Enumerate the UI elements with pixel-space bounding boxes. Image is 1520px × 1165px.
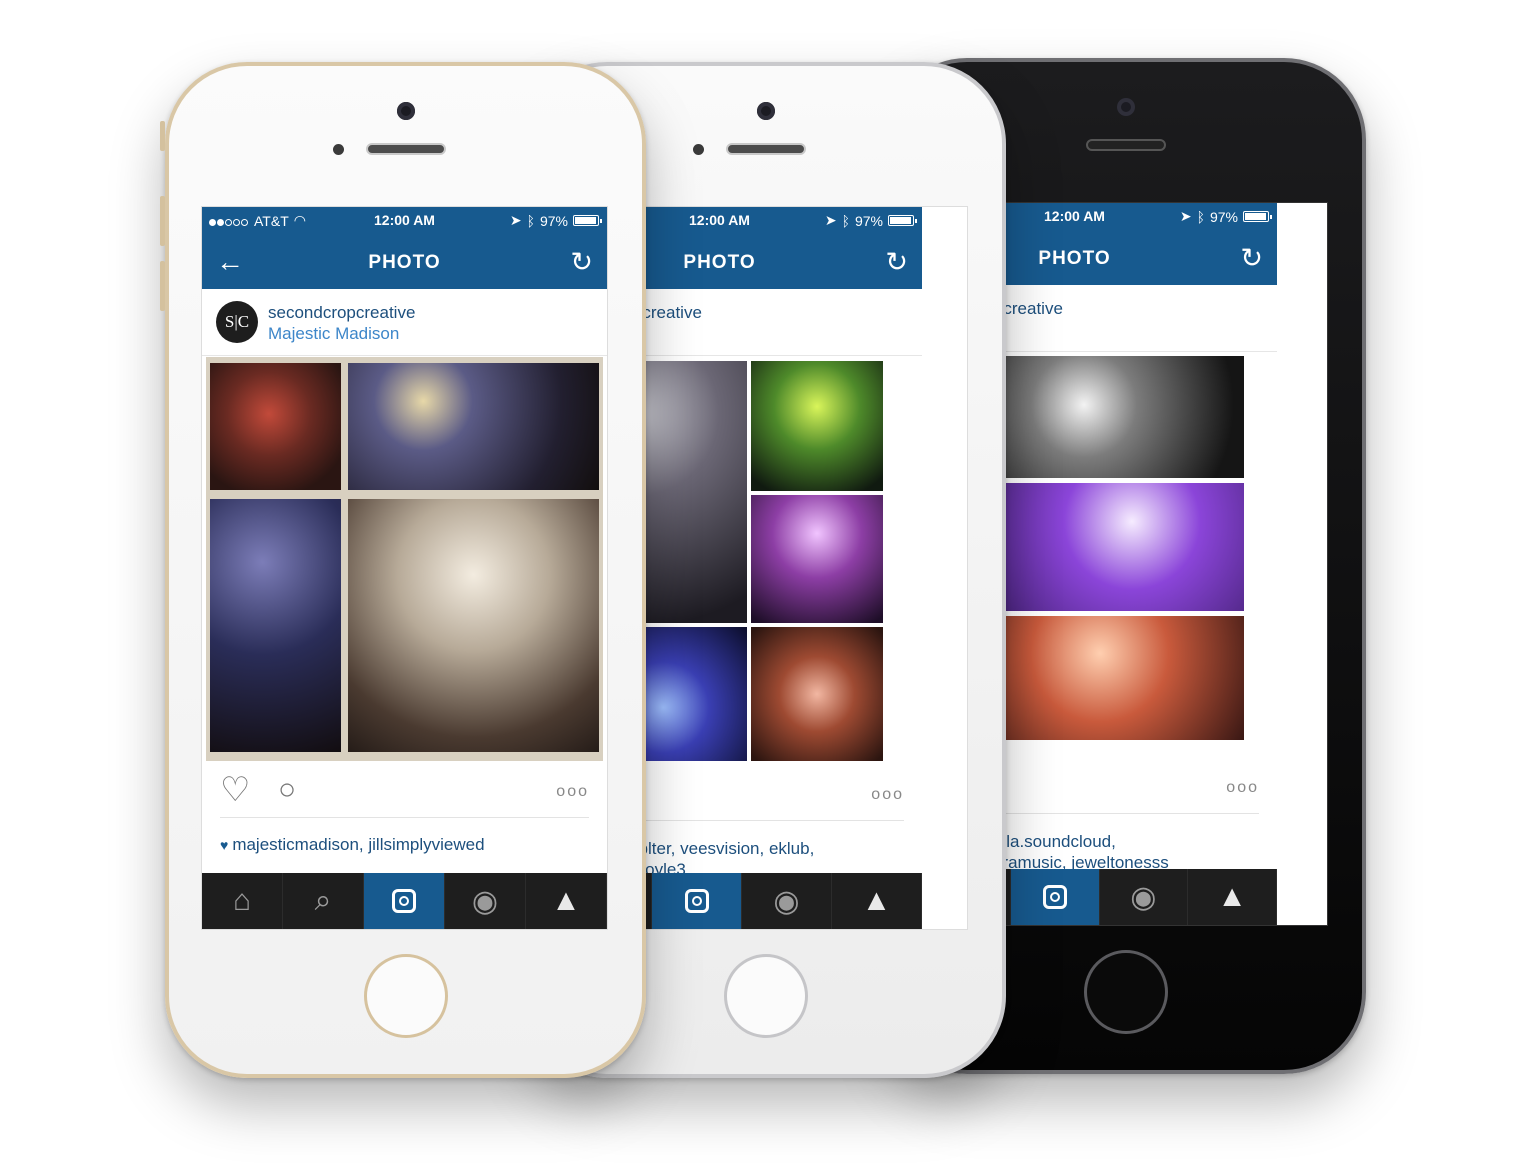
tab-home[interactable]: ⌂ (202, 873, 283, 929)
profile-icon: ▲ (861, 884, 892, 917)
tab-activity[interactable]: ◉ (742, 873, 832, 929)
front-camera (756, 102, 775, 120)
battery-percent: 97% (854, 212, 883, 229)
photo-collage[interactable] (206, 357, 603, 761)
photo-tile (751, 627, 883, 761)
tab-search[interactable]: ⌕ (283, 873, 364, 929)
bluetooth-icon: ᛒ (841, 212, 850, 229)
earpiece-speaker (365, 143, 446, 155)
camera-icon (684, 889, 709, 913)
battery-icon (1243, 211, 1272, 222)
activity-icon: ◉ (471, 884, 499, 918)
mute-switch (160, 121, 165, 151)
bluetooth-icon: ᛒ (1196, 208, 1205, 225)
likes-line[interactable]: ♥ majesticmadison, jillsimplyviewed (220, 835, 485, 855)
tab-profile[interactable]: ▲ (1188, 869, 1277, 925)
volume-down-button (160, 261, 165, 311)
proximity-sensor (693, 144, 704, 155)
battery-icon (573, 215, 602, 226)
battery-percent: 97% (539, 212, 568, 229)
more-icon[interactable]: ooo (1226, 779, 1259, 797)
refresh-icon[interactable]: ↻ (1240, 244, 1263, 272)
home-button[interactable] (1083, 950, 1168, 1034)
likes-heart-icon: ♥ (220, 837, 229, 853)
tab-camera[interactable] (1010, 869, 1100, 925)
post-location[interactable]: Majestic Madison (268, 324, 399, 344)
photo-tile (210, 499, 341, 752)
profile-icon: ▲ (1217, 880, 1247, 913)
photo-tile (210, 363, 341, 490)
tab-bar: ⌂ ⌕ ◉ ▲ (202, 873, 607, 929)
proximity-sensor (333, 144, 344, 155)
more-icon[interactable]: ooo (871, 786, 904, 804)
nav-bar: ← PHOTO ↻ (202, 235, 607, 289)
tab-activity[interactable]: ◉ (1100, 869, 1189, 925)
tab-profile[interactable]: ▲ (832, 873, 922, 929)
battery-percent: 97% (1209, 208, 1238, 225)
search-icon: ⌕ (314, 884, 332, 917)
post-actions: ♡ ○ ooo (220, 767, 589, 818)
likes-users[interactable]: majesticmadison, jillsimplyviewed (232, 835, 484, 854)
volume-up-button (160, 196, 165, 246)
photo-tile (751, 495, 883, 623)
camera-icon (1042, 885, 1067, 909)
bluetooth-icon: ᛒ (526, 212, 535, 229)
tab-profile[interactable]: ▲ (526, 873, 607, 929)
location-arrow-icon: ➤ (509, 212, 522, 228)
photo-tile (348, 363, 599, 490)
location-arrow-icon: ➤ (824, 212, 837, 228)
camera-icon (392, 889, 416, 913)
refresh-icon[interactable]: ↻ (885, 248, 908, 276)
front-camera (1116, 98, 1135, 116)
page-title: PHOTO (368, 252, 441, 273)
status-bar: AT&T ◠ 12:00 AM ➤ ᛒ 97% (202, 207, 607, 235)
front-camera (396, 102, 415, 120)
location-arrow-icon: ➤ (1179, 208, 1192, 224)
refresh-icon[interactable]: ↻ (570, 248, 593, 276)
home-icon: ⌂ (232, 884, 252, 917)
photo-tile (751, 361, 883, 491)
screen: AT&T ◠ 12:00 AM ➤ ᛒ 97% ← PHOTO ↻ S|C se… (201, 206, 608, 930)
avatar[interactable]: S|C (216, 301, 258, 343)
post-username[interactable]: secondcropcreative (268, 303, 415, 323)
battery-icon (888, 215, 917, 226)
post-header: S|C secondcropcreative Majestic Madison (202, 289, 607, 356)
profile-icon: ▲ (551, 884, 581, 917)
home-button[interactable] (723, 954, 808, 1038)
phone-gold: AT&T ◠ 12:00 AM ➤ ᛒ 97% ← PHOTO ↻ S|C se… (160, 62, 646, 1078)
activity-icon: ◉ (1130, 880, 1157, 914)
more-icon[interactable]: ooo (556, 783, 589, 801)
heart-icon[interactable]: ♡ (220, 773, 250, 807)
tab-activity[interactable]: ◉ (445, 873, 526, 929)
photo-tile (348, 499, 599, 752)
home-button[interactable] (363, 954, 448, 1038)
earpiece-speaker (1085, 139, 1166, 151)
comment-icon[interactable]: ○ (278, 773, 296, 807)
earpiece-speaker (725, 143, 806, 155)
tab-camera[interactable] (652, 873, 742, 929)
tab-camera[interactable] (364, 873, 445, 929)
activity-icon: ◉ (773, 884, 800, 918)
